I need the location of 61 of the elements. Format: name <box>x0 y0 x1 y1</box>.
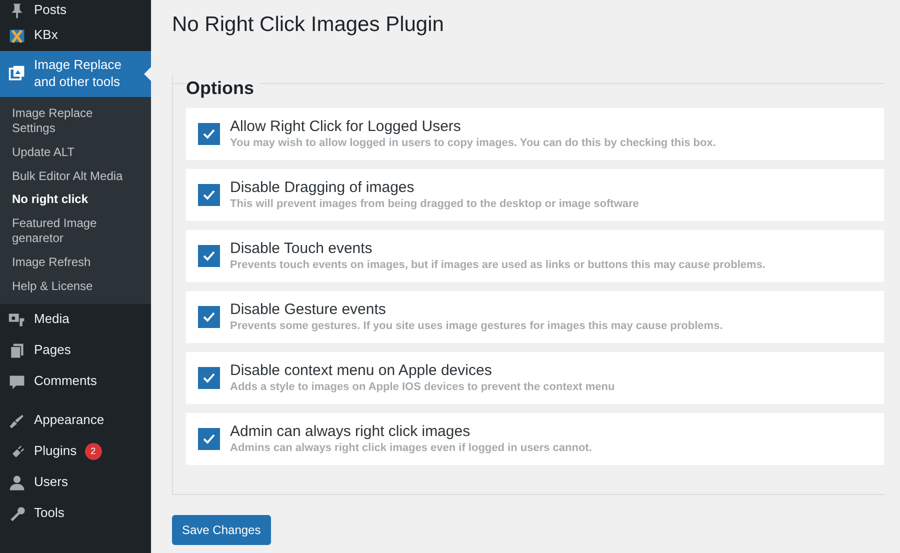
option-description: Adds a style to images on Apple IOS devices to prevent the context menu <box>230 380 615 394</box>
option-label: Disable Gesture events <box>230 301 387 320</box>
menu-label: Comments <box>34 373 97 390</box>
menu-item[interactable]: Image Replace and other tools <box>0 51 151 97</box>
menu-item[interactable]: Comments <box>0 366 151 398</box>
menu-item[interactable]: Posts <box>0 0 151 20</box>
count-badge: 2 <box>84 443 102 460</box>
logo-icon <box>8 26 26 44</box>
menu-label: Media <box>34 311 70 328</box>
menu-item[interactable]: Users <box>0 467 151 498</box>
submenu-item[interactable]: Update ALT <box>0 140 151 165</box>
menu-item[interactable]: Plugins 2 <box>0 436 151 468</box>
menu-label: Appearance <box>34 412 104 430</box>
check-icon <box>202 249 216 264</box>
menu-label: Pages <box>34 342 71 360</box>
media-icon <box>8 310 26 329</box>
menu-label: KBx <box>34 27 58 44</box>
menu-label: Plugins <box>34 443 77 460</box>
submenu-item[interactable]: Image Replace Settings <box>0 102 151 141</box>
checkbox[interactable] <box>198 184 220 206</box>
option-label: Allow Right Click for Logged Users <box>230 118 462 136</box>
checkbox[interactable] <box>198 428 220 450</box>
menu-label: Posts <box>34 2 67 18</box>
user-icon <box>8 474 26 492</box>
option-label: Disable Dragging of images <box>230 179 416 198</box>
menu-label: Tools <box>34 505 64 522</box>
checkbox[interactable] <box>198 123 220 146</box>
option-description: This will prevent images from being dragged to the desktop or image software <box>230 197 639 212</box>
menu-item[interactable]: Appearance <box>0 405 151 436</box>
check-icon <box>202 310 216 324</box>
submenu-item[interactable]: Image Refresh <box>0 250 151 275</box>
submenu-item[interactable]: Bulk Editor Alt Media <box>0 164 151 188</box>
option-description: Admins can always right click images even if logged in users cannot. <box>230 441 592 456</box>
checkbox[interactable] <box>198 367 220 390</box>
check-icon <box>202 127 216 142</box>
comment-icon <box>8 372 26 391</box>
wrench-icon <box>8 504 26 523</box>
option-label: Disable context menu on Apple devices <box>230 362 493 380</box>
menu-label: Users <box>34 474 68 492</box>
submenu-item[interactable]: Featured Image genaretor <box>0 212 151 251</box>
menu-item[interactable]: Media <box>0 304 151 336</box>
menu-item[interactable]: KBx <box>0 20 151 51</box>
check-icon <box>202 432 216 446</box>
menu-label: Image Replace and other tools <box>34 57 122 91</box>
check-icon <box>202 188 216 202</box>
menu-item[interactable]: Pages <box>0 335 151 366</box>
submenu-item[interactable]: No right click <box>0 188 151 212</box>
check-icon <box>202 371 216 386</box>
option-description: Prevents some gestures. If you site uses image gestures for images this may cause problems. <box>230 319 723 334</box>
save-button[interactable]: Save Changes <box>172 515 271 546</box>
menu-item[interactable]: Tools <box>0 498 151 530</box>
pages-icon <box>8 342 26 360</box>
checkbox[interactable] <box>198 306 220 328</box>
option-description: Prevents touch events on images, but if images are used as links or buttons this may cause problems. <box>230 258 766 272</box>
images-icon <box>8 64 26 83</box>
page-title: No Right Click Images Plugin <box>172 12 445 38</box>
submenu-item[interactable]: Help & License <box>0 274 151 298</box>
option-description: You may wish to allow logged in users to copy images. You can do this by checking this box. <box>230 136 716 150</box>
checkbox[interactable] <box>198 245 220 268</box>
option-label: Disable Touch events <box>230 240 374 258</box>
option-label: Admin can always right click images <box>230 423 472 442</box>
